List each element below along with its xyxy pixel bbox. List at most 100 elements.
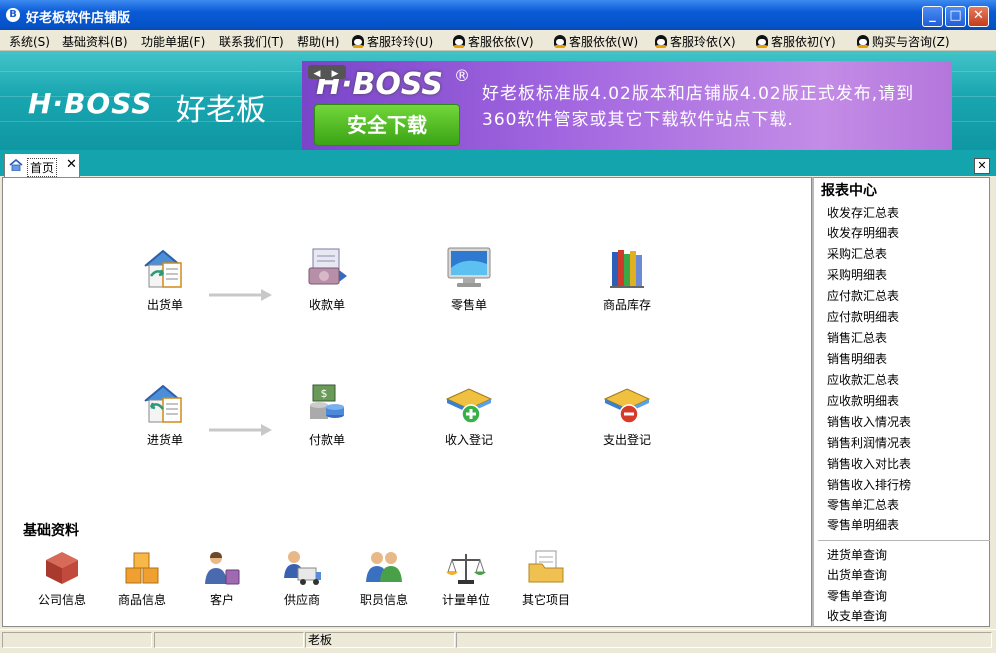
tile-label: 收款单	[308, 298, 345, 312]
tile-label: 出货单	[146, 298, 183, 312]
menu-support-1[interactable]: 客服玲玲(U)	[352, 33, 433, 50]
download-button[interactable]: 安全下载	[314, 104, 460, 146]
basic-item-label: 供应商	[283, 593, 320, 607]
minimize-button[interactable]: _	[922, 6, 943, 27]
supplier-truck-icon	[282, 548, 322, 586]
tile-payment[interactable]: $ 付款单	[279, 381, 375, 448]
tile-receipt[interactable]: 收款单	[279, 246, 375, 313]
qq-penguin-icon	[857, 35, 869, 48]
monitor-icon	[445, 246, 493, 290]
menu-support-4[interactable]: 客服玲依(X)	[655, 33, 736, 50]
report-link[interactable]: 应收款汇总表	[827, 371, 899, 388]
status-panel-4	[456, 632, 992, 648]
report-link[interactable]: 销售收入对比表	[827, 455, 911, 472]
qq-penguin-icon	[453, 35, 465, 48]
ad-text: 好老板标准版4.02版本和店铺版4.02版正式发布,请到360软件管家或其它下载…	[482, 84, 915, 130]
flow-arrow-icon	[209, 424, 272, 436]
tile-purchase-order[interactable]: 进货单	[117, 381, 213, 448]
add-book-icon	[445, 381, 493, 425]
tab-home-label: 首页	[27, 158, 58, 177]
query-link[interactable]: 收支单查询	[827, 607, 887, 624]
report-link[interactable]: 应付款明细表	[827, 308, 899, 325]
scale-icon	[446, 548, 486, 586]
tile-expense[interactable]: 支出登记	[579, 381, 675, 448]
tile-label: 零售单	[450, 298, 487, 312]
report-link[interactable]: 采购汇总表	[827, 245, 887, 262]
close-window-button[interactable]: ✕	[968, 6, 989, 27]
brand-logo: H·BOSS	[28, 87, 153, 120]
remove-book-icon	[603, 381, 651, 425]
report-divider	[818, 540, 990, 541]
menu-purchase[interactable]: 购买与咨询(Z)	[857, 33, 950, 50]
window-title: 好老板软件店铺版	[26, 11, 131, 26]
home-dashboard: 出货单 收款单 零售单 商品库存 进货单 $ 付款单 收入登记 支出登记 基础资…	[2, 177, 812, 627]
tile-sales-delivery[interactable]: 出货单	[117, 246, 213, 313]
staff-people-icon	[364, 548, 404, 586]
query-link[interactable]: 出货单查询	[827, 566, 887, 583]
basic-item-staff[interactable]: 职员信息	[349, 548, 419, 608]
maximize-button[interactable]: □	[945, 6, 966, 27]
books-icon	[603, 246, 651, 290]
report-link[interactable]: 销售收入情况表	[827, 413, 911, 430]
qq-penguin-icon	[756, 35, 768, 48]
menu-support-2[interactable]: 客服依依(V)	[453, 33, 534, 50]
report-link[interactable]: 零售单明细表	[827, 516, 899, 533]
receipt-icon	[303, 246, 351, 290]
menu-contact[interactable]: 联系我们(T)	[219, 33, 284, 50]
ad-next-button[interactable]: ▶	[326, 67, 344, 81]
section-title-basic-data: 基础资料	[23, 523, 79, 539]
tile-label: 进货单	[146, 433, 183, 447]
svg-text:$: $	[321, 387, 328, 400]
ad-nav: ◀ ▶	[308, 65, 346, 79]
tab-home[interactable]: 首页 ✕	[4, 153, 80, 177]
report-link[interactable]: 销售汇总表	[827, 329, 887, 346]
qq-penguin-icon	[554, 35, 566, 48]
basic-item-other[interactable]: 其它项目	[511, 548, 581, 608]
query-link[interactable]: 进货单查询	[827, 546, 887, 563]
status-panel-2	[154, 632, 304, 648]
close-all-tabs-button[interactable]: ✕	[974, 158, 990, 174]
tile-inventory[interactable]: 商品库存	[579, 246, 675, 313]
menu-support-5[interactable]: 客服依初(Y)	[756, 33, 836, 50]
title-bar: B 好老板软件店铺版 _ □ ✕	[0, 0, 996, 30]
menu-bar: 系统(S) 基础资料(B) 功能单据(F) 联系我们(T) 帮助(H) 客服玲玲…	[0, 30, 996, 51]
goods-boxes-icon	[122, 548, 162, 586]
basic-item-customer[interactable]: 客户	[187, 548, 257, 608]
report-link[interactable]: 收发存明细表	[827, 224, 899, 241]
flow-arrow-icon	[209, 289, 272, 301]
sales-delivery-icon	[141, 246, 189, 290]
report-link[interactable]: 销售收入排行榜	[827, 476, 911, 493]
menu-support-3[interactable]: 客服依依(W)	[554, 33, 638, 50]
tab-strip: 首页 ✕	[0, 150, 996, 177]
home-icon	[9, 159, 23, 171]
report-link[interactable]: 销售利润情况表	[827, 434, 911, 451]
basic-item-goods[interactable]: 商品信息	[107, 548, 177, 608]
status-panel-1	[2, 632, 152, 648]
basic-item-company[interactable]: 公司信息	[27, 548, 97, 608]
banner: H·BOSS 好老板 H·BOSS ◀ ▶ ® 安全下载 好老板标准版4.02版本…	[0, 51, 996, 150]
basic-item-units[interactable]: 计量单位	[431, 548, 501, 608]
ad-prev-button[interactable]: ◀	[308, 67, 326, 81]
registered-mark: ®	[454, 66, 470, 85]
report-link[interactable]: 应付款汇总表	[827, 287, 899, 304]
basic-item-supplier[interactable]: 供应商	[267, 548, 337, 608]
menu-documents[interactable]: 功能单据(F)	[141, 33, 205, 50]
report-link[interactable]: 采购明细表	[827, 266, 887, 283]
tile-label: 支出登记	[602, 433, 651, 447]
ad-banner[interactable]: H·BOSS ◀ ▶ ® 安全下载 好老板标准版4.02版本和店铺版4.02版正式…	[302, 61, 952, 150]
report-link[interactable]: 销售明细表	[827, 350, 887, 367]
menu-system[interactable]: 系统(S)	[9, 33, 50, 50]
menu-basic-data[interactable]: 基础资料(B)	[62, 33, 128, 50]
query-link[interactable]: 零售单查询	[827, 587, 887, 604]
menu-help[interactable]: 帮助(H)	[297, 33, 339, 50]
basic-item-label: 其它项目	[521, 593, 570, 607]
tile-income[interactable]: 收入登记	[421, 381, 517, 448]
report-link[interactable]: 应收款明细表	[827, 392, 899, 409]
customer-icon	[202, 548, 242, 586]
basic-item-label: 公司信息	[37, 593, 86, 607]
tile-label: 付款单	[308, 433, 345, 447]
report-link[interactable]: 收发存汇总表	[827, 204, 899, 221]
report-link[interactable]: 零售单汇总表	[827, 496, 899, 513]
tile-retail[interactable]: 零售单	[421, 246, 517, 313]
tab-close-icon[interactable]: ✕	[66, 157, 77, 172]
